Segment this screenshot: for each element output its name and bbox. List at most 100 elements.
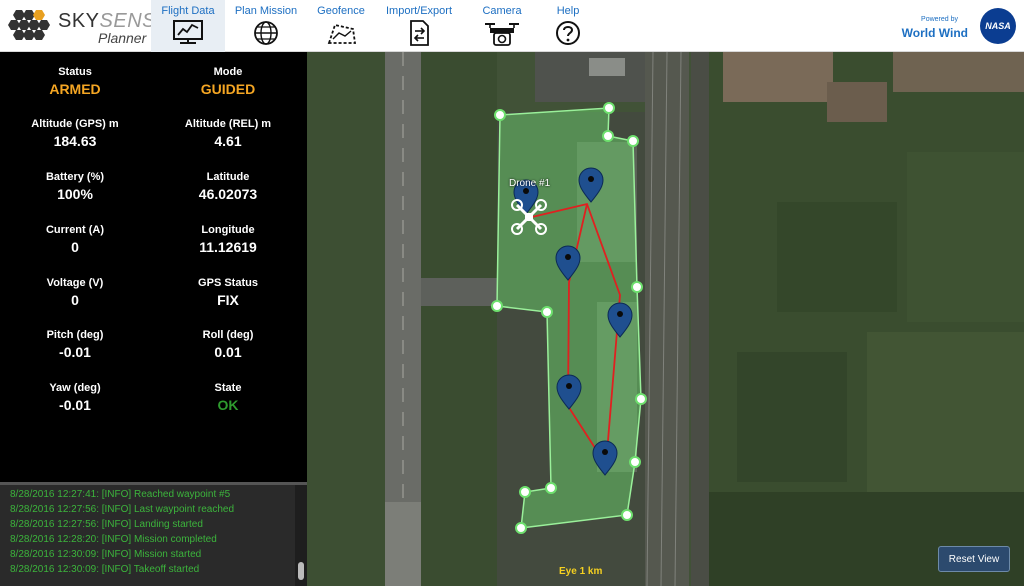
latitude-value: 46.02073 — [198, 186, 258, 202]
log-scrollbar[interactable] — [295, 485, 307, 586]
telemetry-panel: Status ARMED Mode GUIDED Altitude (GPS) … — [0, 52, 307, 482]
voltage-value: 0 — [71, 292, 79, 308]
file-transfer-icon — [410, 20, 429, 46]
tab-help-label: Help — [556, 5, 580, 17]
geofence-vertex[interactable] — [603, 102, 615, 114]
log-line: 8/28/2016 12:27:56: [INFO] Last waypoint… — [10, 504, 235, 515]
map-view[interactable]: Drone #1 Eye 1 km Reset View — [307, 52, 1024, 586]
status-value: ARMED — [49, 81, 101, 97]
tab-flight-data[interactable]: Flight Data — [151, 0, 225, 52]
log-line: 8/28/2016 12:27:41: [INFO] Reached waypo… — [10, 489, 231, 500]
geofence-vertex[interactable] — [621, 509, 633, 521]
roll-label: Roll (deg) — [202, 329, 254, 341]
map-building — [589, 58, 625, 76]
voltage-label: Voltage (V) — [46, 277, 104, 289]
altitude-rel-label: Altitude (REL) m — [184, 118, 272, 130]
log-line: 8/28/2016 12:27:56: [INFO] Landing start… — [10, 519, 203, 530]
longitude-label: Longitude — [201, 224, 255, 236]
battery-label: Battery (%) — [45, 171, 105, 183]
drone-label: Drone #1 — [509, 178, 551, 189]
powered-by-text: Powered by — [921, 16, 958, 23]
map-orchard-block — [737, 352, 847, 482]
map-railway — [691, 52, 709, 586]
latitude-label: Latitude — [206, 171, 250, 183]
telemetry-altitude-rel: Altitude (REL) m 4.61 — [153, 118, 303, 149]
map-orchard-block — [777, 202, 897, 312]
state-value: OK — [217, 397, 239, 413]
monitor-chart-icon — [173, 20, 203, 44]
tab-help[interactable]: Help — [546, 0, 590, 52]
geofence-vertex[interactable] — [602, 130, 614, 142]
app-name-main: SKY — [58, 10, 100, 32]
battery-value: 100% — [57, 186, 93, 202]
map-orchard-block — [907, 152, 1024, 322]
map-farm-building — [827, 82, 887, 122]
tab-import-export[interactable]: Import/Export — [382, 0, 456, 52]
tab-import-export-label: Import/Export — [385, 5, 453, 17]
tab-plan-mission[interactable]: Plan Mission — [228, 0, 304, 52]
geofence-vertex[interactable] — [545, 482, 557, 494]
tab-plan-mission-label: Plan Mission — [234, 5, 298, 17]
tab-camera-label: Camera — [482, 5, 522, 17]
telemetry-yaw: Yaw (deg) -0.01 — [0, 382, 150, 413]
tab-geofence[interactable]: Geofence — [309, 0, 373, 52]
nasa-logo: NASA — [980, 8, 1016, 44]
telemetry-longitude: Longitude 11.12619 — [153, 224, 303, 255]
geofence-vertex[interactable] — [631, 281, 643, 293]
yaw-value: -0.01 — [59, 397, 91, 413]
telemetry-pitch: Pitch (deg) -0.01 — [0, 329, 150, 360]
telemetry-battery: Battery (%) 100% — [0, 171, 150, 202]
yaw-label: Yaw (deg) — [49, 382, 101, 394]
skysense-logo: SKYSENSE Planner — [6, 6, 169, 46]
roll-value: 0.01 — [214, 344, 242, 360]
telemetry-roll: Roll (deg) 0.01 — [153, 329, 303, 360]
top-navigation-bar: SKYSENSE Planner Flight Data Plan Missio… — [0, 0, 1024, 52]
globe-icon — [254, 21, 278, 45]
telemetry-gps-status: GPS Status FIX — [153, 277, 303, 308]
geofence-vertex[interactable] — [515, 522, 527, 534]
pitch-value: -0.01 — [59, 344, 91, 360]
geofence-vertex[interactable] — [519, 486, 531, 498]
altitude-rel-value: 4.61 — [214, 133, 242, 149]
altitude-gps-label: Altitude (GPS) m — [31, 118, 119, 130]
current-label: Current (A) — [45, 224, 105, 236]
map-field-mid — [421, 52, 497, 586]
log-panel[interactable]: 8/28/2016 12:27:41: [INFO] Reached waypo… — [0, 482, 307, 586]
telemetry-voltage: Voltage (V) 0 — [0, 277, 150, 308]
geofence-vertex[interactable] — [494, 109, 506, 121]
telemetry-mode: Mode GUIDED — [153, 66, 303, 97]
satellite-map[interactable] — [307, 52, 1024, 586]
current-value: 0 — [71, 239, 79, 255]
drone-camera-icon — [485, 23, 519, 46]
telemetry-current: Current (A) 0 — [0, 224, 150, 255]
geofence-vertex[interactable] — [541, 306, 553, 318]
telemetry-altitude-gps: Altitude (GPS) m 184.63 — [0, 118, 150, 149]
telemetry-status: Status ARMED — [0, 66, 150, 97]
geofence-vertex[interactable] — [627, 135, 639, 147]
tab-flight-data-label: Flight Data — [161, 5, 215, 17]
log-line: 8/28/2016 12:30:09: [INFO] Mission start… — [10, 549, 202, 560]
world-wind-text: World Wind — [901, 26, 968, 40]
log-line: 8/28/2016 12:28:20: [INFO] Mission compl… — [10, 534, 217, 545]
tab-camera[interactable]: Camera — [466, 0, 538, 52]
altitude-gps-value: 184.63 — [53, 133, 97, 149]
longitude-value: 11.12619 — [199, 239, 257, 255]
reset-view-button[interactable]: Reset View — [938, 546, 1010, 572]
map-taxiway — [421, 278, 501, 306]
telemetry-latitude: Latitude 46.02073 — [153, 171, 303, 202]
mode-value: GUIDED — [200, 81, 256, 97]
log-line: 8/28/2016 12:30:09: [INFO] Takeoff start… — [10, 564, 200, 575]
geofence-vertex[interactable] — [629, 456, 641, 468]
log-scrollbar-thumb[interactable] — [298, 562, 304, 580]
runway-threshold — [385, 502, 421, 586]
gps-status-value: FIX — [217, 292, 239, 308]
app-subtitle: Planner — [98, 30, 147, 46]
map-field-left — [307, 52, 385, 586]
mode-label: Mode — [213, 66, 243, 78]
status-label: Status — [58, 66, 92, 78]
telemetry-state: State OK — [153, 382, 303, 413]
geofence-vertex[interactable] — [491, 300, 503, 312]
geofence-vertex[interactable] — [635, 393, 647, 405]
world-wind-branding: Powered by World Wind NASA — [902, 6, 1018, 46]
hexagon-logo-icon — [8, 10, 50, 40]
